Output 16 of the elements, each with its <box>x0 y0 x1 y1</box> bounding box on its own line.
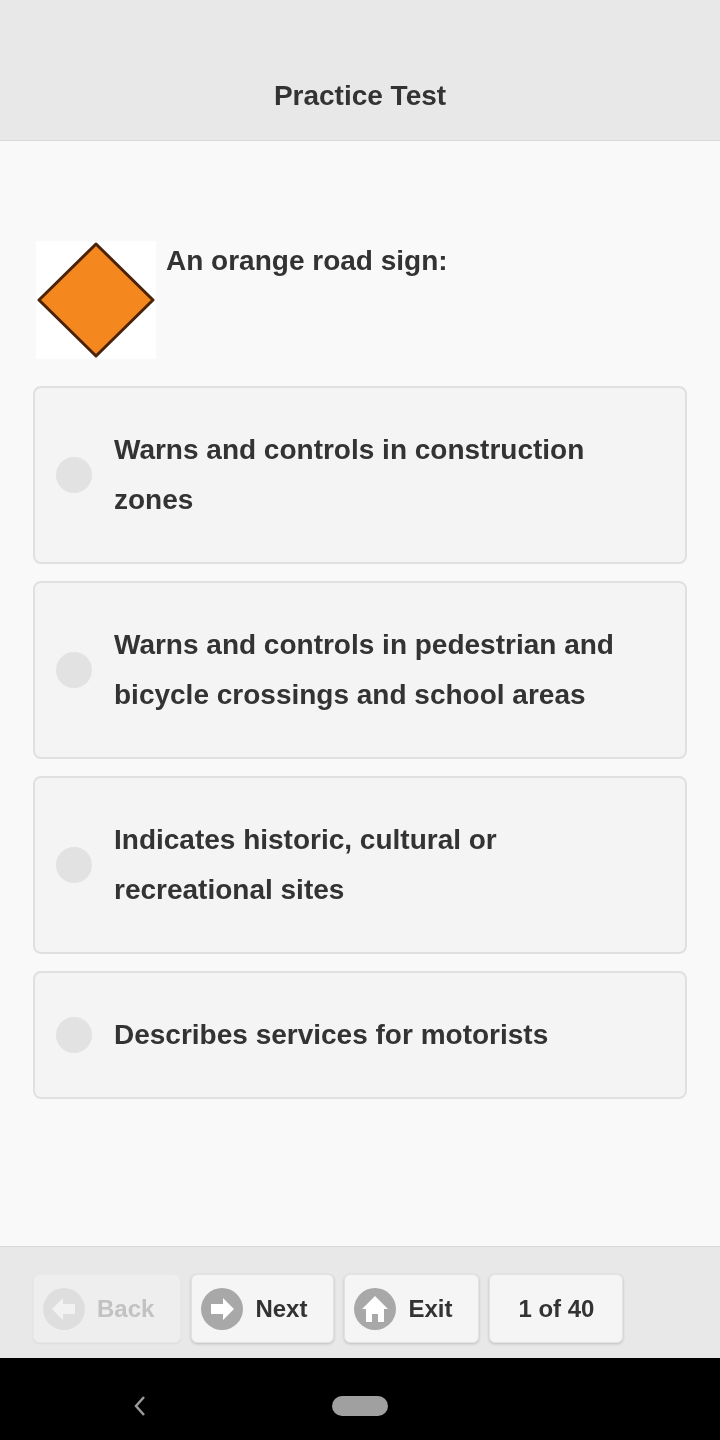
home-icon <box>354 1287 397 1330</box>
answer-text: Warns and controls in construction zones <box>114 433 586 517</box>
answer-option[interactable]: Warns and controls in construction zones <box>33 386 687 564</box>
answer-text: Describes services for motorists <box>114 1018 549 1052</box>
exit-button[interactable]: Exit <box>344 1274 480 1343</box>
home-pill-icon[interactable] <box>332 1396 388 1416</box>
diamond-road-sign-icon <box>36 241 156 359</box>
answer-option[interactable]: Describes services for motorists <box>33 971 687 1099</box>
screen-title: Practice Test <box>273 79 447 113</box>
answer-text: Warns and controls in pedestrian and bicycle crossings and school areas <box>114 628 615 712</box>
answer-text: Indicates historic, cultural or recreational sites <box>114 823 498 907</box>
question-counter-button[interactable]: 1 of 40 <box>489 1274 624 1343</box>
answer-option[interactable]: Indicates historic, cultural or recreational sites <box>33 776 687 954</box>
answer-option[interactable]: Warns and controls in pedestrian and bicycle crossings and school areas <box>33 581 687 759</box>
question-text: An orange road sign: <box>166 244 448 278</box>
next-button[interactable]: Next <box>191 1274 335 1343</box>
